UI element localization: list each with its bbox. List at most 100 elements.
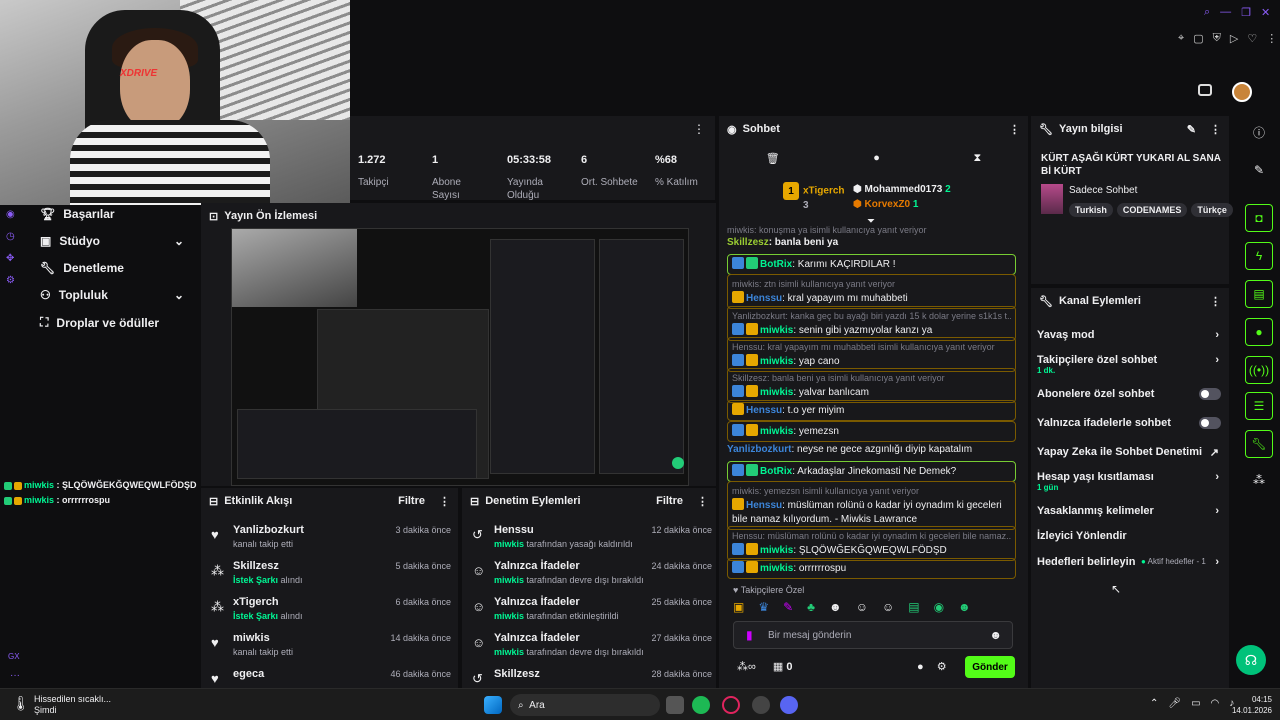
support-icon[interactable]: ☊: [1236, 645, 1266, 675]
avatar[interactable]: [1232, 82, 1252, 102]
explore-icon[interactable]: ◉: [6, 204, 15, 226]
gear-icon[interactable]: ⚙: [937, 661, 947, 673]
steam-icon[interactable]: [752, 696, 770, 714]
mod-action-item[interactable]: ☺ Yalnızca İfadeler miwkis tarafından devr…: [470, 632, 712, 668]
search-icon[interactable]: ⌕: [1204, 6, 1210, 19]
preview-icon: ⊡: [209, 210, 219, 223]
maximize-icon[interactable]: ❐: [1241, 6, 1251, 19]
chat-icon: ◉: [727, 123, 737, 136]
tag: CODENAMES: [1116, 203, 1188, 217]
menu-icon[interactable]: ⋮: [697, 495, 708, 508]
toggle[interactable]: [1199, 417, 1221, 429]
activity-item[interactable]: ⁂ xTigerch İstek Şarkı alındı 6 dakika önce: [209, 596, 451, 632]
search-icon: ⌕: [518, 699, 524, 711]
lightning-icon[interactable]: ϟ: [1245, 242, 1273, 270]
pencil-icon[interactable]: ✎: [1245, 156, 1273, 184]
set-goals[interactable]: Hedefleri belirleyin ● Aktif hedefler - 1…: [1037, 556, 1223, 568]
activity-item[interactable]: ⁂ Skillzesz İstek Şarkı alındı 5 dakika önc…: [209, 560, 451, 596]
stats-panel: ⋮ 1.272 Takipçi 1 Abone Sayısı 05:33:58 Yay…: [350, 116, 715, 201]
system-tray[interactable]: ⌃ 🎤︎ ▭ ◠ ♪: [1150, 698, 1234, 709]
nav-basarilar[interactable]: 🏆︎ Başarılar: [40, 207, 115, 221]
gx-label: GX: [8, 652, 20, 661]
nav-studyo[interactable]: ▣ Stüdyo ⌄: [40, 234, 184, 248]
document-icon[interactable]: ▤: [1245, 280, 1273, 308]
mod-action-item[interactable]: ↺ Skillzesz 28 dakika önce: [470, 668, 712, 686]
emoji-icon[interactable]: ☻: [989, 628, 1002, 642]
raid[interactable]: İzleyici Yönlendir: [1037, 530, 1223, 542]
window-controls[interactable]: ⌕ — ❐ ✕: [1204, 6, 1270, 19]
taskview-icon[interactable]: [666, 696, 684, 714]
weather-icon[interactable]: 🌡︎: [12, 695, 30, 712]
heart-icon[interactable]: ♡: [1247, 32, 1257, 45]
pin-icon[interactable]: ⌖: [1178, 32, 1184, 45]
mod-action-item[interactable]: ☺ Yalnızca İfadeler miwkis tarafından devr…: [470, 560, 712, 596]
bubble-icon[interactable]: ●: [917, 661, 924, 673]
banned-words[interactable]: Yasaklanmış kelimeler ›: [1037, 505, 1223, 517]
subscribers-only-chat[interactable]: Abonelere özel sohbet: [1037, 388, 1223, 400]
menu-icon[interactable]: ⋮: [1009, 123, 1020, 136]
menu-icon[interactable]: ⋮: [1210, 123, 1221, 136]
close-icon[interactable]: ✕: [1261, 6, 1270, 19]
windows-start-icon[interactable]: [484, 696, 502, 714]
more-icon[interactable]: ···: [10, 670, 20, 681]
taskbar: 🌡︎ Hissedilen sıcaklı... Şimdi ⌕ Ara ⌃ 🎤︎ ▭…: [0, 688, 1280, 720]
activity-item[interactable]: ♥ miwkis kanalı takip etti 14 dakika önce: [209, 632, 451, 668]
emote-row[interactable]: ▣ ♛ ✎ ♣ ☻ ☺ ☺ ▤ ◉ ☻: [733, 600, 971, 614]
shield-icon[interactable]: ⛨: [1213, 32, 1221, 45]
weather-widget[interactable]: Hissedilen sıcaklı... Şimdi: [34, 694, 111, 716]
stat-engagement: %68% Katılım: [655, 154, 698, 188]
menu-icon[interactable]: ⋮: [1266, 32, 1277, 45]
play-icon[interactable]: ▷: [1230, 32, 1238, 45]
discord-icon[interactable]: [780, 696, 798, 714]
chat-input[interactable]: ▮ Bir mesaj gönderin ☻: [733, 621, 1013, 649]
panel-title: Kanal Eylemleri: [1058, 295, 1141, 307]
opera-gx-icon[interactable]: [722, 696, 740, 714]
puzzle-icon[interactable]: ✥: [6, 248, 15, 270]
filter-button[interactable]: Filtre: [398, 495, 425, 507]
menu-icon[interactable]: ⋮: [1210, 295, 1221, 308]
activity-icon: ⊟: [209, 495, 219, 508]
toggle[interactable]: [1199, 388, 1221, 400]
mod-action-item[interactable]: ↺ Henssu miwkis tarafından yasağı kaldırıl…: [470, 524, 712, 560]
activity-item[interactable]: ♥ egeca 46 dakika önce: [209, 668, 451, 686]
spotify-icon[interactable]: [692, 696, 710, 714]
list-icon[interactable]: ☰: [1245, 392, 1273, 420]
vr-icon[interactable]: [1198, 84, 1212, 96]
broadcast-icon[interactable]: ((•)): [1245, 356, 1273, 384]
edit-icon[interactable]: ✎: [1187, 123, 1196, 136]
mod-actions-panel: ⊟ Denetim Eylemleri Filtre ⋮ ↺ Henssu miwkis …: [462, 488, 716, 688]
activity-item[interactable]: ♥ Yanlizbozkurt kanalı takip etti 3 dakika …: [209, 524, 451, 560]
chevron-down-icon[interactable]: ⌄: [174, 234, 184, 248]
followers-only-chat[interactable]: Takipçilere özel sohbet 1 dk. ›: [1037, 354, 1223, 375]
bubble-icon[interactable]: ●: [873, 152, 880, 164]
menu-icon[interactable]: ⋮: [693, 122, 705, 136]
minimize-icon[interactable]: —: [1220, 6, 1231, 19]
clock[interactable]: 04:15 14.01.2026: [1228, 694, 1272, 716]
wrench-icon[interactable]: 🔧︎: [1245, 430, 1273, 458]
emote-icon: ☺: [472, 599, 486, 614]
ai-moderation[interactable]: Yapay Zeka ile Sohbet Denetimi ↗: [1037, 446, 1223, 459]
stat-subscribers: 1 Abone Sayısı: [432, 154, 461, 201]
chevron-down-icon[interactable]: ⌄: [174, 288, 184, 302]
filter-button[interactable]: Filtre: [656, 495, 683, 507]
clock-icon[interactable]: ◷: [6, 226, 15, 248]
account-age-restriction[interactable]: Hesap yaşı kısıtlaması 1 gün ›: [1037, 471, 1223, 492]
chat-icon[interactable]: ●: [1245, 318, 1273, 346]
nav-droplar[interactable]: ⛶ Droplar ve ödüller: [40, 315, 159, 330]
info-icon[interactable]: ⓘ: [1245, 118, 1273, 146]
mod-action-item[interactable]: ☺ Yalnızca İfadeler miwkis tarafından etki…: [470, 596, 712, 632]
nav-topluluk[interactable]: ⚇ Topluluk ⌄: [40, 288, 184, 302]
trash-icon[interactable]: 🗑︎: [766, 152, 780, 165]
settings-icon[interactable]: ⚙: [6, 270, 15, 292]
emote-only-chat[interactable]: Yalnızca ifadelerle sohbet: [1037, 417, 1223, 429]
menu-icon[interactable]: ⋮: [439, 495, 450, 508]
taskbar-search[interactable]: ⌕ Ara: [510, 694, 660, 716]
capture-icon[interactable]: ▢: [1193, 32, 1203, 45]
hourglass-icon[interactable]: ⧗: [973, 152, 981, 165]
slow-mode[interactable]: Yavaş mod ›: [1037, 329, 1223, 341]
camera-icon[interactable]: ◘: [1245, 204, 1273, 232]
nav-denetleme[interactable]: 🔧︎ Denetleme: [40, 261, 124, 275]
stream-preview-video[interactable]: [231, 228, 689, 486]
points-icon[interactable]: ⁂: [1245, 466, 1273, 494]
send-button[interactable]: Gönder: [965, 656, 1015, 678]
